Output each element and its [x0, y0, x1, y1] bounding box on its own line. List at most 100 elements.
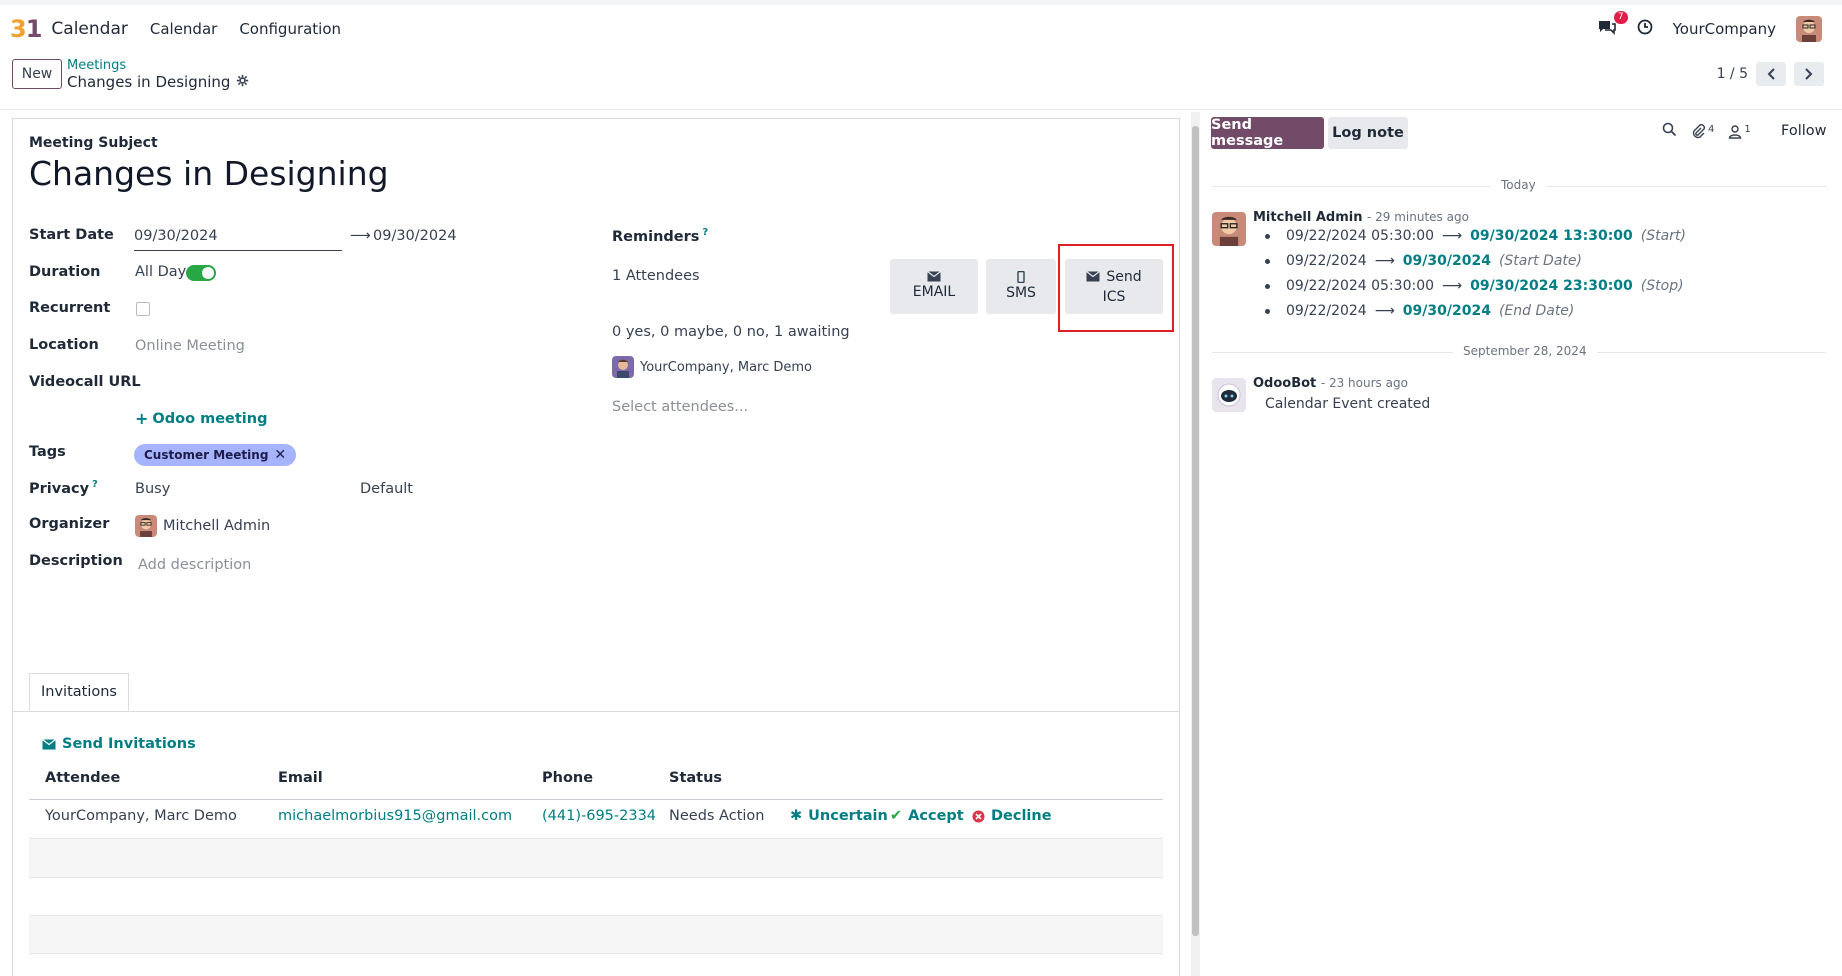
old-value: 09/22/2024 05:30:00 [1286, 228, 1435, 244]
new-value: 09/30/2024 23:30:00 [1470, 278, 1633, 294]
pager-value[interactable]: 1 / 5 [1717, 66, 1748, 82]
accept-label: Accept [908, 808, 964, 824]
sms-button[interactable]: SMS [986, 259, 1056, 314]
privacy-default-select[interactable]: Default [360, 481, 413, 497]
select-attendees-input[interactable]: Select attendees... [612, 399, 748, 415]
recurrent-label: Recurrent [29, 300, 111, 316]
odoo-meeting-label: Odoo meeting [152, 410, 268, 427]
app-name[interactable]: Calendar [51, 19, 127, 39]
help-icon: ? [92, 479, 98, 490]
end-date-input[interactable]: 09/30/2024 [373, 228, 457, 244]
column-email[interactable]: Email [278, 770, 323, 786]
main-menu: Calendar Configuration [150, 20, 341, 38]
all-day-label: All Day [135, 264, 187, 280]
tracking-change: 09/22/2024 ⟶ 09/30/2024 (Start Date) [1265, 253, 1582, 269]
breadcrumb-current-label: Changes in Designing [67, 73, 231, 91]
row-attendee[interactable]: YourCompany, Marc Demo [45, 808, 237, 824]
date-separator-label: September 28, 2024 [1453, 344, 1597, 358]
field-name: (End Date) [1498, 303, 1575, 319]
subject-input[interactable]: Changes in Designing [29, 154, 389, 193]
decline-circle-icon [972, 810, 985, 822]
app-logo[interactable]: 31 Calendar [10, 15, 128, 43]
help-icon: ? [702, 227, 709, 238]
attendee-chip-label: YourCompany, Marc Demo [640, 359, 813, 375]
new-value: 09/30/2024 [1402, 253, 1491, 269]
accept-button[interactable]: ✔ Accept [890, 808, 964, 824]
tracking-change: 09/22/2024 05:30:00 ⟶ 09/30/2024 13:30:0… [1265, 228, 1686, 244]
gear-icon[interactable] [236, 73, 249, 91]
pager-next-button[interactable] [1794, 62, 1824, 86]
message-author-name[interactable]: OdooBot [1253, 376, 1316, 391]
attachments-button[interactable]: 4 [1691, 124, 1714, 139]
videocall-label: Videocall URL [29, 374, 141, 390]
attachments-count: 4 [1708, 123, 1715, 135]
check-icon: ✔ [890, 808, 903, 824]
menu-item-calendar[interactable]: Calendar [150, 20, 217, 38]
message-author-name[interactable]: Mitchell Admin [1253, 210, 1362, 225]
followers-count: 1 [1744, 123, 1751, 135]
form-scrollbar-thumb[interactable] [1192, 126, 1199, 936]
activity-clock-icon[interactable] [1637, 19, 1653, 39]
new-button[interactable]: New [12, 59, 62, 89]
top-navbar: 31 Calendar Calendar Configuration 7 You… [0, 0, 1842, 52]
odoo-meeting-link[interactable]: + Odoo meeting [135, 409, 267, 428]
organizer-field[interactable]: Mitchell Admin [135, 515, 270, 537]
company-switcher[interactable]: YourCompany [1673, 20, 1776, 38]
message-time: - 23 hours ago [1320, 376, 1408, 390]
table-header-divider [29, 799, 1163, 800]
date-separator-label: Today [1491, 178, 1546, 192]
description-input[interactable]: Add description [138, 557, 251, 573]
attendee-summary: 0 yes, 0 maybe, 0 no, 1 awaiting [612, 324, 850, 340]
tracking-change: 09/22/2024 05:30:00 ⟶ 09/30/2024 23:30:0… [1265, 278, 1684, 294]
send-invitations-button[interactable]: Send Invitations [42, 736, 196, 752]
search-icon[interactable] [1662, 122, 1677, 140]
bullet-icon [1265, 233, 1270, 239]
send-message-button[interactable]: Send message [1211, 117, 1324, 149]
start-date-input[interactable]: 09/30/2024 [134, 228, 342, 251]
arrow-right-icon: ⟶ [1374, 303, 1395, 319]
tag-remove-icon[interactable]: ✕ [274, 447, 286, 463]
privacy-select[interactable]: Busy [135, 481, 170, 497]
attendee-avatar [612, 356, 634, 378]
recurrent-checkbox[interactable] [136, 302, 150, 316]
arrow-right-icon: ⟶ [1442, 278, 1463, 294]
menu-item-configuration[interactable]: Configuration [239, 20, 341, 38]
all-day-toggle[interactable] [186, 265, 216, 281]
column-status[interactable]: Status [669, 770, 722, 786]
email-button[interactable]: EMAIL [890, 259, 978, 314]
envelope-icon [927, 271, 941, 282]
highlight-box [1058, 244, 1174, 332]
pager-previous-button[interactable] [1756, 62, 1786, 86]
envelope-icon [42, 738, 56, 749]
row-phone[interactable]: (441)-695-2334 [542, 808, 656, 824]
uncertain-button[interactable]: ✱ Uncertain [790, 808, 888, 824]
location-label: Location [29, 337, 99, 353]
column-attendee[interactable]: Attendee [45, 770, 120, 786]
decline-button[interactable]: Decline [972, 808, 1052, 824]
description-label: Description [29, 553, 123, 569]
decline-label: Decline [991, 808, 1052, 824]
message-author-avatar[interactable] [1212, 212, 1246, 246]
messages-icon[interactable]: 7 [1597, 10, 1628, 39]
subject-label: Meeting Subject [29, 135, 158, 151]
row-email[interactable]: michaelmorbius915@gmail.com [278, 808, 512, 824]
attendee-chip[interactable]: YourCompany, Marc Demo [612, 356, 812, 378]
duration-label: Duration [29, 264, 101, 280]
bullet-icon [1265, 308, 1270, 314]
tag-label: Customer Meeting [144, 448, 269, 462]
breadcrumb-meetings[interactable]: Meetings [67, 58, 126, 73]
field-name: (Start Date) [1498, 253, 1582, 269]
tab-invitations[interactable]: Invitations [29, 673, 129, 711]
row-status: Needs Action [669, 808, 765, 824]
user-avatar[interactable] [1796, 15, 1822, 42]
followers-button[interactable]: 1 [1728, 123, 1751, 139]
privacy-label: Privacy? [29, 479, 98, 497]
location-input[interactable]: Online Meeting [135, 338, 245, 354]
calendar-logo-icon: 31 [10, 14, 42, 43]
mobile-icon [1017, 270, 1025, 283]
column-phone[interactable]: Phone [542, 770, 593, 786]
follow-button[interactable]: Follow [1781, 123, 1826, 139]
uncertain-label: Uncertain [808, 808, 888, 824]
odoobot-avatar[interactable] [1212, 378, 1246, 412]
log-note-button[interactable]: Log note [1328, 117, 1408, 149]
